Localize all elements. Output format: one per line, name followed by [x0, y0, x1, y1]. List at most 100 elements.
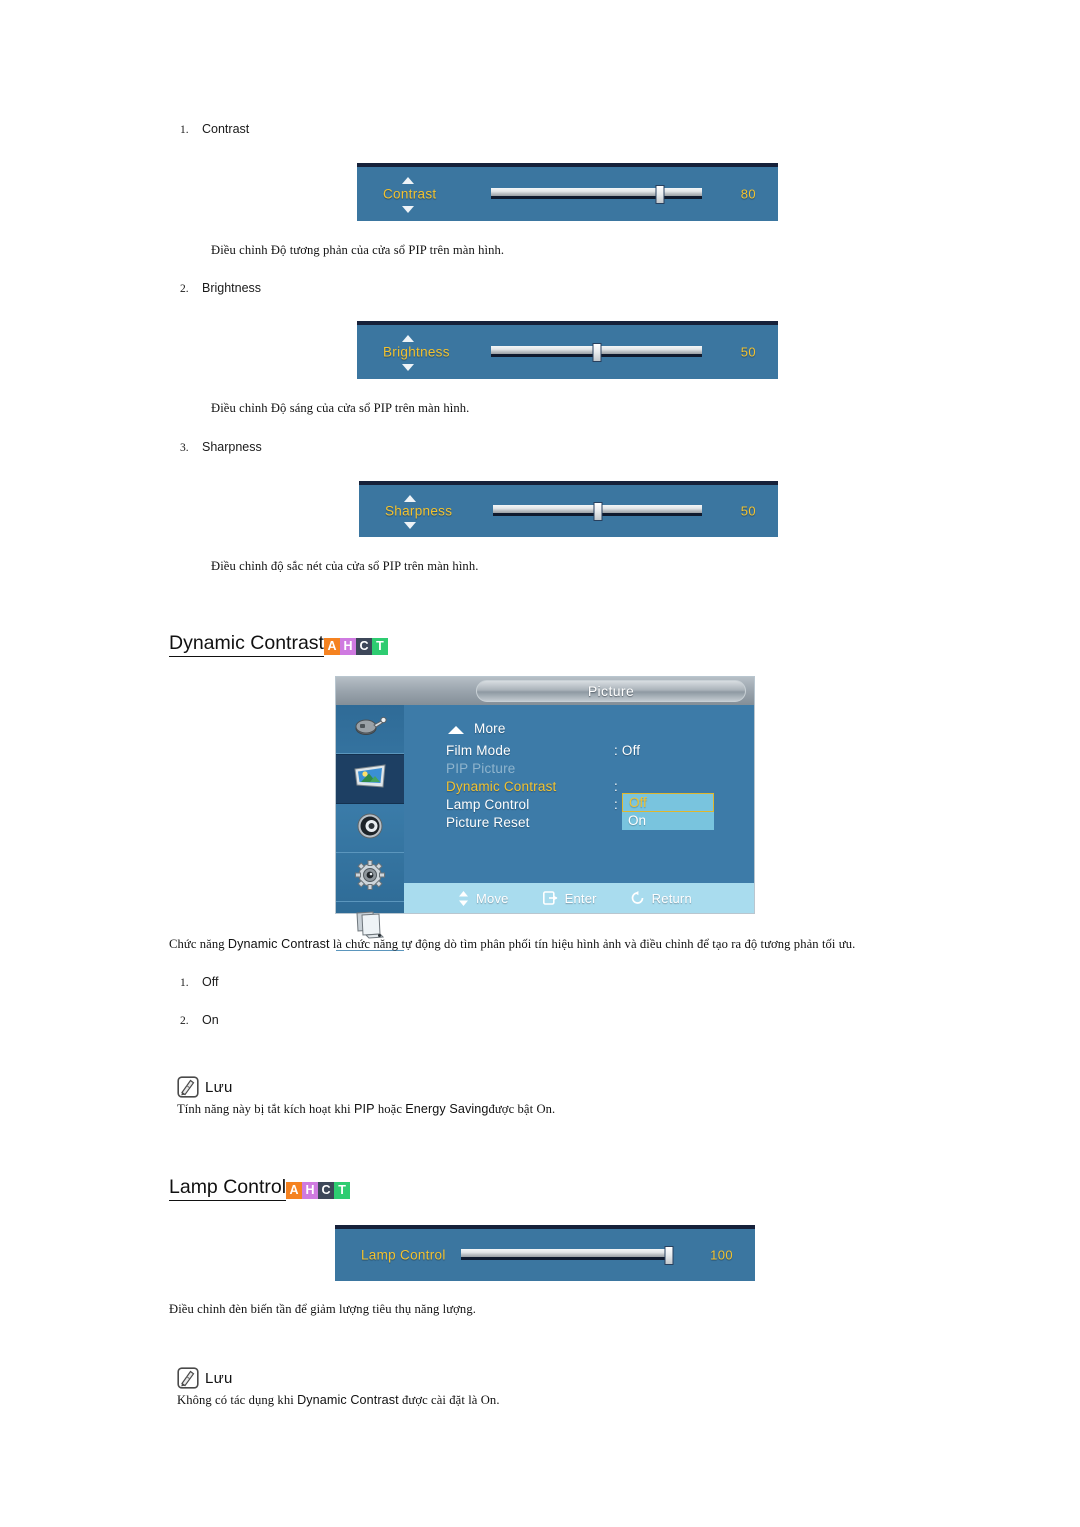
option-number: 1. — [180, 977, 189, 989]
sidebar-item-input[interactable] — [336, 705, 404, 754]
osd-dropdown-dynamic-contrast[interactable]: Off On — [622, 793, 714, 830]
dropdown-option-on[interactable]: On — [622, 812, 714, 830]
footer-move[interactable]: Move — [458, 890, 509, 906]
slider-thumb[interactable] — [592, 343, 601, 362]
slider-thumb[interactable] — [593, 502, 602, 521]
note-term-dynamic-contrast: Dynamic Contrast — [297, 1393, 399, 1407]
slider-track-wrapper[interactable] — [461, 1246, 674, 1265]
paragraph-term: Dynamic Contrast — [227, 937, 330, 951]
badge-a: A — [323, 638, 340, 656]
slider-track-wrapper[interactable] — [493, 502, 702, 521]
note-text-suffix: được cài đặt là On. — [398, 1393, 500, 1407]
slider-label: Lamp Control — [361, 1247, 446, 1263]
footer-label: Enter — [564, 890, 597, 906]
slider-value: 80 — [740, 186, 756, 202]
enter-icon — [542, 891, 558, 905]
note-text-suffix: được bật On. — [488, 1102, 556, 1116]
description-sharpness: Điều chỉnh độ sắc nét của cửa sổ PIP trê… — [211, 559, 479, 573]
arrow-down-icon[interactable] — [402, 206, 414, 213]
osd-body: More Film Mode : Off PIP Picture Dynamic… — [404, 705, 754, 883]
osd-row-value: : — [614, 779, 618, 794]
badge-h: H — [302, 1182, 319, 1200]
slider-thumb[interactable] — [655, 185, 665, 204]
badge-group: A H C T — [323, 638, 388, 657]
slider-track[interactable] — [461, 1249, 669, 1260]
osd-titlebar: Picture — [336, 677, 754, 705]
paragraph-prefix: Chức năng — [169, 937, 228, 951]
note-pencil-icon — [177, 1367, 199, 1389]
osd-row-film-mode[interactable]: Film Mode : Off — [446, 743, 746, 761]
option-item-on: 2. On — [180, 1013, 219, 1027]
list-item-number: 2. — [180, 283, 189, 295]
list-item-contrast: 1. Contrast — [180, 122, 249, 136]
footer-enter[interactable]: Enter — [542, 890, 597, 906]
description-contrast: Điều chỉnh Độ tương phản của cửa sổ PIP … — [211, 243, 505, 257]
osd-row-label: Picture Reset — [446, 815, 530, 830]
slider-track-wrapper[interactable] — [491, 343, 702, 362]
slider-value: 50 — [740, 344, 756, 360]
list-item-label: Brightness — [202, 281, 262, 295]
arrow-up-icon[interactable] — [404, 495, 416, 502]
arrow-down-icon[interactable] — [404, 522, 416, 529]
note-text-mid: hoặc — [374, 1102, 406, 1116]
option-label: Off — [202, 975, 219, 989]
slider-label: Brightness — [383, 344, 450, 360]
note-text-prefix: Không có tác dụng khi — [177, 1393, 298, 1407]
updown-arrows-icon — [458, 890, 469, 906]
badge-t: T — [334, 1182, 351, 1200]
slider-thumb[interactable] — [664, 1246, 674, 1265]
note-text-prefix: Tính năng này bị tắt kích hoạt khi — [177, 1102, 354, 1116]
manual-page: 1. Contrast Contrast 80 Điều chỉnh Độ tươ… — [0, 0, 1080, 1527]
page-heading-lamp-control: Lamp Control A H C T — [169, 1176, 351, 1202]
slider-track[interactable] — [491, 188, 702, 199]
list-item-label: Sharpness — [202, 440, 262, 454]
osd-row-more[interactable]: More — [446, 721, 746, 739]
badge-a: A — [286, 1182, 303, 1200]
page-heading-dynamic-contrast: Dynamic Contrast A H C T — [169, 632, 388, 658]
footer-label: Move — [476, 890, 509, 906]
paragraph-suffix: là chức năng tự động dò tìm phân phối tí… — [329, 937, 856, 951]
osd-row-label: PIP Picture — [446, 761, 516, 776]
osd-slider-lamp-control[interactable]: Lamp Control 100 — [335, 1225, 755, 1281]
list-item-number: 3. — [180, 442, 189, 454]
badge-h: H — [339, 638, 356, 656]
list-item-label: Contrast — [202, 122, 250, 136]
osd-row-label: Lamp Control — [446, 797, 530, 812]
arrow-up-icon[interactable] — [402, 177, 414, 184]
heading-text: Lamp Control — [169, 1176, 287, 1202]
osd-row-label: More — [474, 721, 506, 736]
sidebar-item-sound[interactable] — [336, 804, 404, 853]
note-header-1: Lưu — [177, 1076, 233, 1098]
note-label: Lưu — [205, 1369, 233, 1387]
osd-slider-brightness[interactable]: Brightness 50 — [357, 321, 778, 379]
return-icon — [631, 891, 645, 905]
dropdown-option-off[interactable]: Off — [622, 793, 714, 812]
note-term-energy-saving: Energy Saving — [405, 1102, 489, 1116]
footer-return[interactable]: Return — [631, 891, 692, 906]
heading-text: Dynamic Contrast — [169, 632, 324, 658]
osd-sidebar[interactable] — [336, 705, 404, 951]
slider-value: 100 — [710, 1247, 733, 1263]
osd-title-pill: Picture — [476, 680, 746, 702]
description-lamp-control: Điều chỉnh đèn biến tần để giảm lượng ti… — [169, 1302, 476, 1316]
arrow-up-icon — [448, 726, 464, 734]
slider-track-wrapper[interactable] — [491, 185, 702, 204]
osd-slider-sharpness[interactable]: Sharpness 50 — [359, 481, 778, 537]
sidebar-item-picture[interactable] — [336, 754, 404, 804]
osd-picture-menu[interactable]: Picture More Film Mode: Off PIP Picture… — [335, 676, 755, 951]
osd-row-label: Film Mode — [446, 743, 511, 758]
badge-c: C — [318, 1182, 335, 1200]
list-item-brightness: 2. Brightness — [180, 281, 261, 295]
description-brightness: Điều chỉnh Độ sáng của cửa sổ PIP trên m… — [211, 401, 470, 415]
paragraph-dynamic-contrast: Chức năng Dynamic Contrast là chức năng … — [169, 937, 855, 952]
setup-gear-icon — [354, 859, 386, 896]
input-source-icon — [353, 715, 387, 744]
note-text-1: Tính năng này bị tắt kích hoạt khi PIP h… — [177, 1102, 555, 1117]
arrow-down-icon[interactable] — [402, 364, 414, 371]
osd-slider-contrast[interactable]: Contrast 80 — [357, 163, 778, 221]
osd-menu-list[interactable]: More Film Mode : Off PIP Picture Dynamic… — [446, 721, 746, 833]
sidebar-item-setup[interactable] — [336, 853, 404, 902]
list-item-sharpness: 3. Sharpness — [180, 440, 262, 454]
arrow-up-icon[interactable] — [402, 335, 414, 342]
slider-value: 50 — [740, 503, 756, 519]
